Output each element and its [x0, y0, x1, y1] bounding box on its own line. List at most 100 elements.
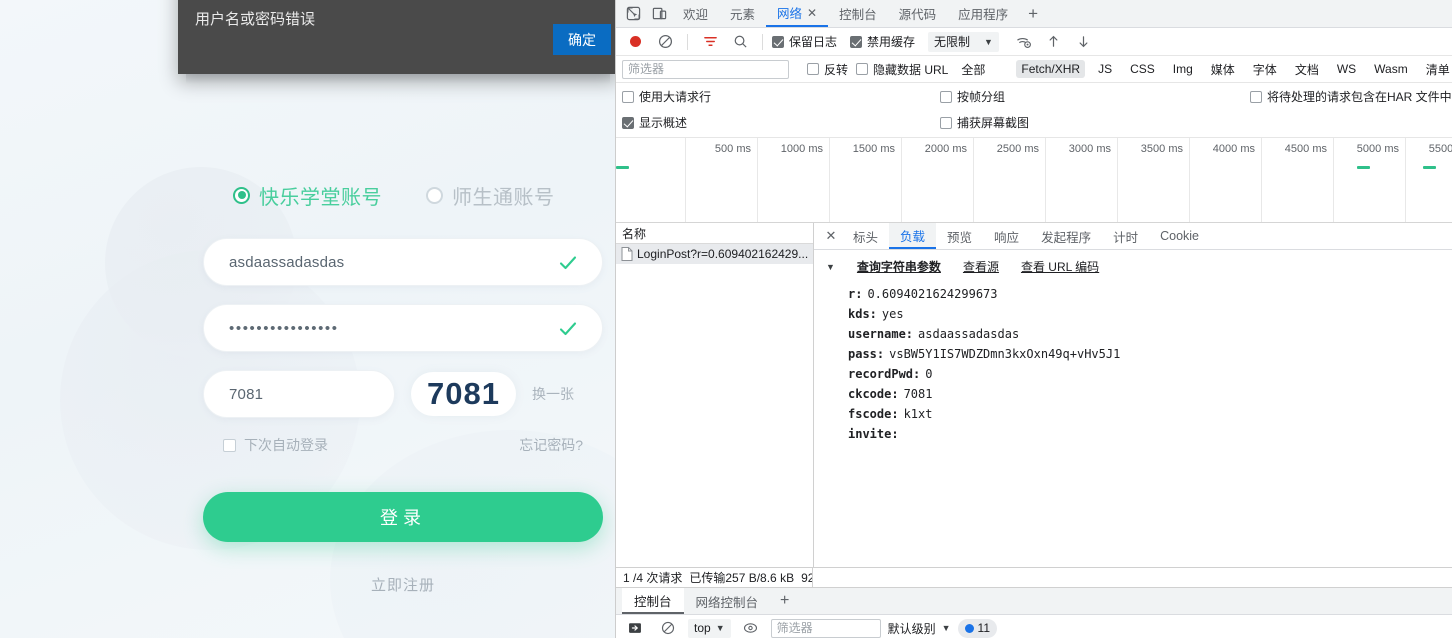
- param-value[interactable]: yes: [882, 307, 904, 321]
- inspect-element-icon[interactable]: [620, 2, 646, 26]
- console-filter-input[interactable]: [770, 618, 881, 638]
- timeline-tick-label: 1000 ms: [780, 143, 823, 155]
- type-filter-font[interactable]: 字体: [1248, 59, 1282, 80]
- request-list-row[interactable]: LoginPost?r=0.609402162429...: [616, 244, 813, 264]
- tab-label: 预览: [947, 230, 973, 245]
- console-sidebar-icon[interactable]: [622, 616, 648, 638]
- param-row: username: asdaassadasdas: [826, 324, 1452, 344]
- detail-tab-headers[interactable]: 标头: [842, 223, 889, 249]
- chevron-down-icon[interactable]: ▼: [826, 262, 835, 272]
- network-conditions-icon[interactable]: [1011, 30, 1037, 54]
- tab-label: 发起程序: [1041, 230, 1092, 245]
- type-filter-js[interactable]: JS: [1093, 60, 1117, 78]
- disable-cache-checkbox[interactable]: 禁用缓存: [850, 33, 915, 50]
- type-filter-wasm[interactable]: Wasm: [1369, 60, 1413, 78]
- type-filter-all[interactable]: 全部: [956, 59, 990, 80]
- console-drawer: 控制台 网络控制台 + top ▼ 筛选器 默认级别 ▼ 11: [616, 588, 1452, 638]
- param-value[interactable]: 7081: [904, 387, 933, 401]
- account-type-option-happy-classroom[interactable]: 快乐学堂账号: [233, 181, 382, 210]
- show-overview-checkbox[interactable]: 显示概述: [622, 114, 940, 131]
- detail-tab-initiator[interactable]: 发起程序: [1030, 223, 1102, 249]
- search-icon[interactable]: [727, 30, 753, 54]
- devtools-tab-sources[interactable]: 源代码: [888, 0, 948, 27]
- param-value[interactable]: asdaassadasdas: [918, 327, 1019, 341]
- view-source-link[interactable]: 查看源: [963, 258, 999, 275]
- param-value[interactable]: k1xt: [904, 407, 933, 421]
- network-overview-timeline[interactable]: 500 ms 1000 ms 1500 ms 2000 ms 2500 ms 3…: [616, 138, 1452, 223]
- type-filter-css[interactable]: CSS: [1125, 60, 1160, 78]
- type-filter-manifest[interactable]: 清单: [1421, 59, 1452, 80]
- error-dialog-ok-button[interactable]: 确定: [553, 24, 611, 55]
- tab-label: 欢迎: [683, 8, 709, 22]
- login-button[interactable]: 登录: [203, 492, 603, 542]
- timeline-tick-label: 2000 ms: [924, 143, 967, 155]
- close-icon[interactable]: ✕: [807, 6, 817, 20]
- register-link[interactable]: 立即注册: [203, 574, 603, 595]
- live-expression-icon[interactable]: [738, 616, 764, 638]
- include-har-checkbox[interactable]: 将待处理的请求包含在HAR 文件中: [1250, 88, 1452, 105]
- type-filter-ws[interactable]: WS: [1332, 60, 1361, 78]
- detail-tab-payload[interactable]: 负载: [889, 223, 937, 249]
- param-value[interactable]: 0.6094021624299673: [867, 287, 997, 301]
- devtools-tab-application[interactable]: 应用程序: [947, 0, 1019, 27]
- filter-icon[interactable]: [697, 30, 723, 54]
- close-detail-icon[interactable]: ✕: [820, 228, 842, 244]
- throttling-select[interactable]: 无限制 ▼: [928, 31, 999, 52]
- group-by-frame-checkbox[interactable]: 按帧分组: [940, 88, 1250, 105]
- invert-checkbox[interactable]: 反转: [807, 61, 848, 78]
- device-toolbar-icon[interactable]: [646, 2, 672, 26]
- type-filter-img[interactable]: Img: [1168, 60, 1198, 78]
- record-button[interactable]: [622, 30, 648, 54]
- detail-tab-response[interactable]: 响应: [983, 223, 1030, 249]
- network-status-bar: 1 /4 次请求 已传输257 B/8.6 kB 92: [616, 567, 1452, 588]
- account-type-option-teacher-student[interactable]: 师生通账号: [426, 181, 555, 210]
- console-level-select[interactable]: 默认级别 ▼: [888, 620, 951, 637]
- console-context-select[interactable]: top ▼: [688, 618, 731, 638]
- capture-screenshots-checkbox[interactable]: 捕获屏幕截图: [940, 114, 1250, 131]
- preserve-log-checkbox[interactable]: 保留日志: [772, 33, 837, 50]
- add-drawer-tab-icon[interactable]: +: [770, 593, 799, 609]
- forgot-password-link[interactable]: 忘记密码?: [519, 435, 583, 455]
- username-input[interactable]: [204, 253, 534, 271]
- drawer-tab-console[interactable]: 控制台: [622, 588, 684, 614]
- add-tab-icon[interactable]: +: [1019, 5, 1047, 22]
- login-page: 快乐学堂账号 师生通账号 asdaassadasdas ••••••••••••…: [0, 0, 615, 638]
- login-options-row: 下次自动登录 忘记密码?: [223, 434, 583, 456]
- timeline-tick-label: 2500 ms: [996, 143, 1039, 155]
- hide-data-urls-checkbox[interactable]: 隐藏数据 URL: [856, 61, 948, 78]
- big-request-rows-label: 使用大请求行: [639, 90, 712, 104]
- devtools-tab-console[interactable]: 控制台: [828, 0, 888, 27]
- type-filter-fetch-xhr[interactable]: Fetch/XHR: [1016, 60, 1086, 78]
- param-key: kds:: [848, 307, 877, 321]
- devtools-tab-welcome[interactable]: 欢迎: [672, 0, 719, 27]
- export-har-icon[interactable]: [1071, 30, 1097, 54]
- devtools-tab-network[interactable]: 网络 ✕: [766, 0, 829, 27]
- auto-login-checkbox[interactable]: 下次自动登录: [223, 435, 328, 455]
- clear-button[interactable]: [652, 30, 678, 54]
- import-har-icon[interactable]: [1041, 30, 1067, 54]
- captcha-input[interactable]: [204, 385, 354, 403]
- type-filter-doc[interactable]: 文档: [1290, 59, 1324, 80]
- drawer-tab-network-console[interactable]: 网络控制台: [684, 588, 771, 614]
- toolbar-divider: [687, 33, 688, 50]
- console-message-count[interactable]: 11: [957, 618, 998, 638]
- param-value[interactable]: 0: [925, 367, 932, 381]
- password-input[interactable]: [204, 319, 534, 337]
- network-filter-input[interactable]: [622, 59, 789, 79]
- type-filter-media[interactable]: 媒体: [1206, 59, 1240, 80]
- detail-tab-preview[interactable]: 预览: [936, 223, 983, 249]
- param-key: ckcode:: [848, 387, 899, 401]
- refresh-captcha-link[interactable]: 换一张: [532, 384, 574, 404]
- devtools-tab-elements[interactable]: 元素: [719, 0, 766, 27]
- clear-console-icon[interactable]: [655, 616, 681, 638]
- detail-tab-cookies[interactable]: Cookie: [1149, 223, 1210, 249]
- view-url-encoded-link[interactable]: 查看 URL 编码: [1021, 258, 1099, 275]
- console-toolbar: top ▼ 默认级别 ▼ 11: [616, 615, 1452, 638]
- timeline-cell: [616, 138, 686, 222]
- detail-tab-timing[interactable]: 计时: [1102, 223, 1149, 249]
- param-value[interactable]: vsBW5Y1IS7WDZDmn3kxOxn49q+vHv5J1: [889, 347, 1120, 361]
- request-list-header[interactable]: 名称: [616, 223, 813, 244]
- captcha-image[interactable]: 7081: [411, 372, 516, 416]
- big-request-rows-checkbox[interactable]: 使用大请求行: [622, 88, 940, 105]
- query-string-title[interactable]: 查询字符串参数: [857, 258, 941, 275]
